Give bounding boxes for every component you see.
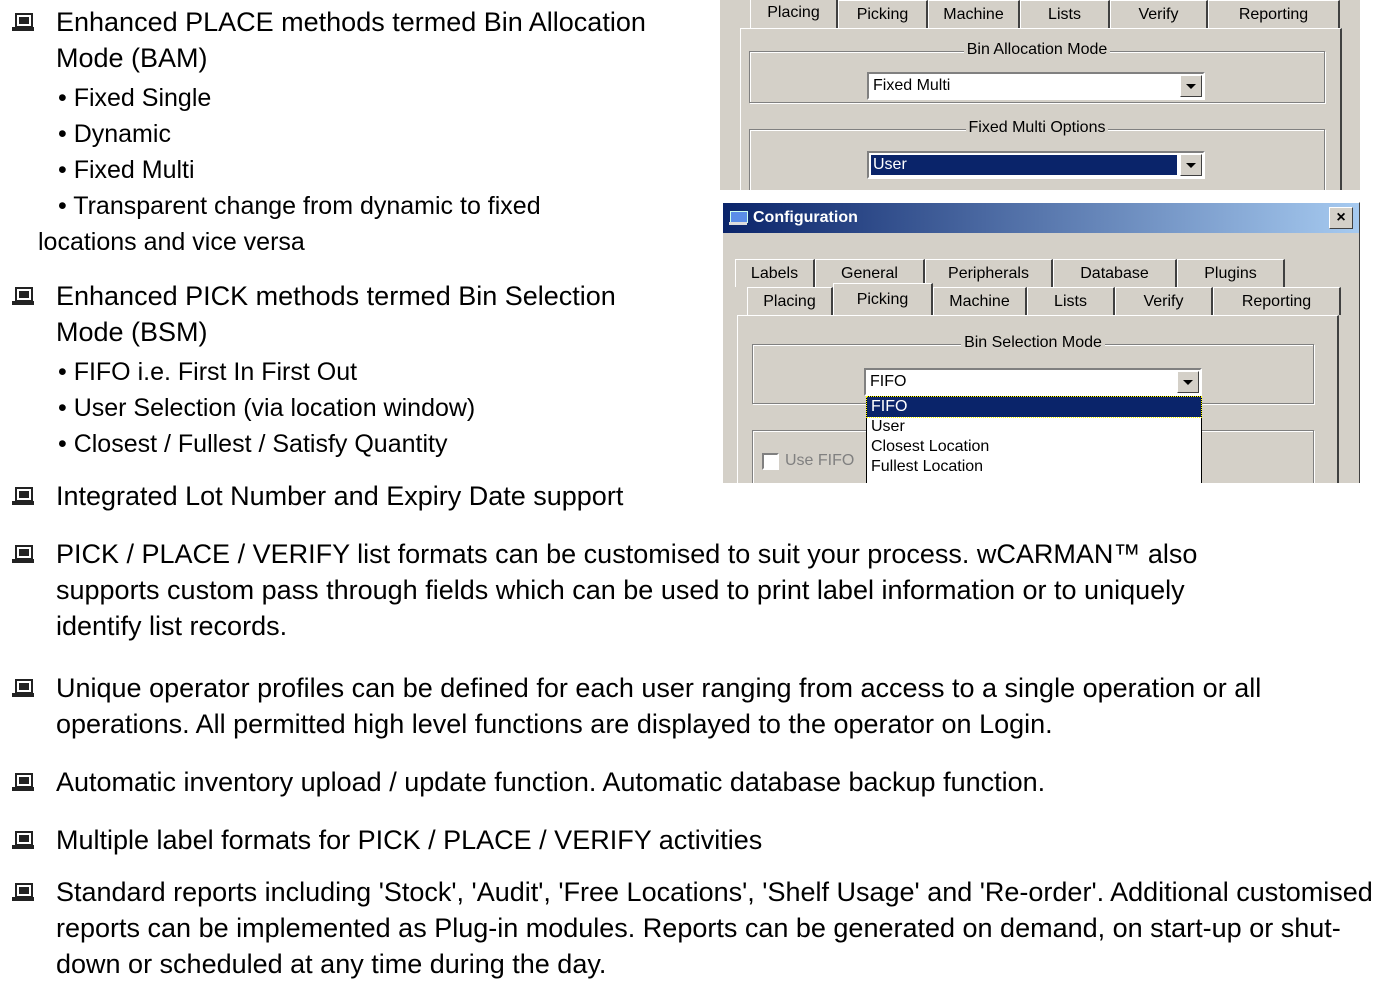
bam-sublist: • Fixed Single • Dynamic • Fixed Multi •…	[38, 80, 541, 260]
close-icon: ×	[1336, 209, 1346, 226]
bullet-text: Multiple label formats for PICK / PLACE …	[56, 825, 763, 855]
bullet-text: Integrated Lot Number and Expiry Date su…	[56, 481, 624, 511]
sub-item: • FIFO i.e. First In First Out	[58, 358, 358, 386]
chevron-down-icon	[1183, 379, 1193, 385]
group-label: Fixed Multi Options	[965, 119, 1109, 136]
sub-item: • User Selection (via location window)	[58, 394, 476, 422]
close-button[interactable]: ×	[1329, 207, 1353, 229]
laptop-icon	[12, 11, 34, 33]
bullet-text: PICK / PLACE / VERIFY list formats can b…	[56, 539, 1198, 641]
sub-item: • Fixed Single	[58, 84, 212, 112]
tab-database[interactable]: Database	[1053, 259, 1177, 287]
bullet-text: Enhanced PLACE methods termed Bin Alloca…	[56, 7, 646, 73]
tab-picking[interactable]: Picking	[833, 283, 933, 315]
bin-selection-combo[interactable]: FIFO	[864, 368, 1202, 396]
tab-lists[interactable]: Lists	[1027, 287, 1115, 315]
dropdown-button[interactable]	[1180, 75, 1202, 97]
group-label: Bin Selection Mode	[961, 334, 1105, 351]
app-icon	[729, 211, 748, 225]
laptop-icon	[12, 677, 34, 699]
tab-panel: Bin Allocation Mode Fixed Multi Fixed Mu…	[740, 28, 1342, 190]
bullet-bam: Enhanced PLACE methods termed Bin Alloca…	[12, 4, 692, 76]
sub-item-continued: locations and vice versa	[38, 228, 305, 256]
placing-config-dialog: Placing Picking Machine Lists Verify Rep…	[720, 0, 1360, 190]
bullet-text: Automatic inventory upload / update func…	[56, 767, 1046, 797]
configuration-dialog: Configuration × Labels General Periphera…	[722, 202, 1360, 483]
tab-machine[interactable]: Machine	[928, 0, 1020, 28]
tab-row-1: Labels General Peripherals Database Plug…	[735, 259, 1285, 287]
bullet-text: Enhanced PICK methods termed Bin Selecti…	[56, 281, 616, 347]
bullet-list-formats: PICK / PLACE / VERIFY list formats can b…	[12, 536, 1262, 644]
fixed-multi-combo[interactable]: User	[867, 151, 1205, 179]
sub-item: • Fixed Multi	[58, 156, 195, 184]
tab-picking[interactable]: Picking	[838, 0, 928, 28]
bsm-sublist: • FIFO i.e. First In First Out • User Se…	[58, 354, 475, 462]
option-closest-location[interactable]: Closest Location	[867, 437, 1201, 457]
dropdown-button[interactable]	[1180, 154, 1202, 176]
chevron-down-icon	[1186, 162, 1196, 168]
bullet-auto-upload: Automatic inventory upload / update func…	[12, 764, 1372, 800]
bullet-text: Unique operator profiles can be defined …	[56, 673, 1262, 739]
bullet-bsm: Enhanced PICK methods termed Bin Selecti…	[12, 278, 672, 350]
option-user[interactable]: User	[867, 417, 1201, 437]
laptop-icon	[12, 829, 34, 851]
tab-row: Placing Picking Machine Lists Verify Rep…	[750, 0, 1340, 28]
sub-item: • Transparent change from dynamic to fix…	[58, 192, 541, 220]
title-bar: Configuration ×	[723, 203, 1359, 233]
bin-selection-dropdown-list: FIFO User Closest Location Fullest Locat…	[866, 396, 1202, 483]
tab-reporting[interactable]: Reporting	[1213, 287, 1341, 315]
sub-item: • Closest / Fullest / Satisfy Quantity	[58, 430, 448, 458]
tab-placing[interactable]: Placing	[750, 0, 838, 28]
combo-value: Fixed Multi	[873, 77, 951, 94]
bullet-operator-profiles: Unique operator profiles can be defined …	[12, 670, 1372, 742]
tab-lists[interactable]: Lists	[1020, 0, 1110, 28]
tab-reporting[interactable]: Reporting	[1208, 0, 1340, 28]
checkbox-label: Use FIFO	[785, 452, 855, 469]
bullet-lot: Integrated Lot Number and Expiry Date su…	[12, 478, 712, 514]
laptop-icon	[12, 543, 34, 565]
slide: Enhanced PLACE methods termed Bin Alloca…	[0, 0, 1383, 983]
tab-plugins[interactable]: Plugins	[1177, 259, 1285, 287]
bullet-label-formats: Multiple label formats for PICK / PLACE …	[12, 822, 1372, 858]
group-label: Bin Allocation Mode	[963, 41, 1111, 58]
window-title: Configuration	[753, 209, 858, 226]
tab-verify[interactable]: Verify	[1110, 0, 1208, 28]
tab-panel: Bin Selection Mode FIFO Use FIFO FIFO Us…	[737, 315, 1339, 483]
combo-value: FIFO	[870, 373, 907, 390]
tab-peripherals[interactable]: Peripherals	[925, 259, 1053, 287]
bullet-text: Standard reports including 'Stock', 'Aud…	[56, 877, 1373, 979]
option-fifo[interactable]: FIFO	[866, 396, 1202, 418]
option-fullest-location[interactable]: Fullest Location	[867, 457, 1201, 477]
combo-value: User	[873, 156, 907, 173]
laptop-icon	[12, 285, 34, 307]
use-fifo-checkbox[interactable]: Use FIFO	[762, 452, 854, 470]
dropdown-button[interactable]	[1177, 371, 1199, 393]
tab-placing[interactable]: Placing	[747, 287, 833, 315]
tab-labels[interactable]: Labels	[735, 259, 815, 287]
laptop-icon	[12, 771, 34, 793]
tab-machine[interactable]: Machine	[933, 287, 1027, 315]
tab-row-2: Placing Picking Machine Lists Verify Rep…	[747, 283, 1341, 315]
chevron-down-icon	[1186, 83, 1196, 89]
bullet-reports: Standard reports including 'Stock', 'Aud…	[12, 874, 1377, 982]
sub-item: • Dynamic	[58, 120, 171, 148]
bin-allocation-combo[interactable]: Fixed Multi	[867, 72, 1205, 100]
laptop-icon	[12, 881, 34, 903]
laptop-icon	[12, 485, 34, 507]
tab-verify[interactable]: Verify	[1115, 287, 1213, 315]
